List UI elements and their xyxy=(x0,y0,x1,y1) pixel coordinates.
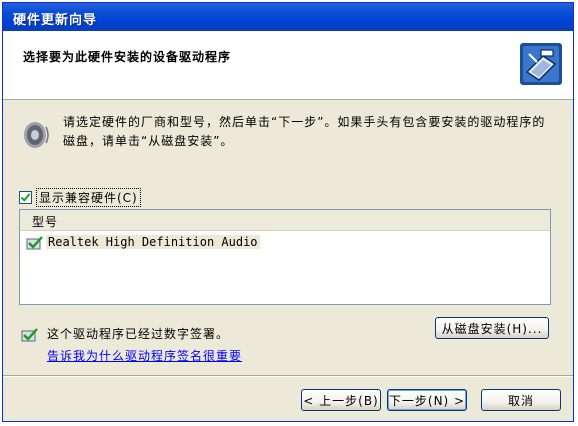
column-header-model: 型号 xyxy=(32,215,59,229)
checkbox-label[interactable]: 显示兼容硬件(C) xyxy=(36,187,141,207)
hardware-update-wizard-window: 硬件更新向导 选择要为此硬件安装的设备驱动程序 请选定硬件的厂商和型号，然后单击… xyxy=(2,2,574,422)
signature-info-link[interactable]: 告诉我为什么驱动程序签名很重要 xyxy=(47,347,242,364)
signed-driver-icon xyxy=(21,328,38,342)
model-listbox[interactable]: 型号 Realtek High Definition Audio xyxy=(19,209,551,305)
wizard-header: 选择要为此硬件安装的设备驱动程序 xyxy=(3,31,573,100)
list-item-label: Realtek High Definition Audio xyxy=(46,235,260,249)
window-title: 硬件更新向导 xyxy=(13,13,98,28)
show-compatible-hardware-checkbox[interactable]: 显示兼容硬件(C) xyxy=(19,187,141,207)
instruction-text: 请选定硬件的厂商和型号，然后单击“下一步”。如果手头有包含要安装的驱动程序的磁盘… xyxy=(63,115,546,148)
checkbox-box[interactable] xyxy=(19,190,32,204)
next-button[interactable]: 下一步(N) > xyxy=(387,389,467,411)
list-item[interactable]: Realtek High Definition Audio xyxy=(20,234,550,252)
footer-divider xyxy=(3,375,573,377)
speaker-icon xyxy=(24,122,49,148)
list-column-header[interactable]: 型号 xyxy=(20,210,550,231)
driver-check-icon xyxy=(26,236,43,250)
page-heading: 选择要为此硬件安装的设备驱动程序 xyxy=(23,50,232,64)
cancel-button[interactable]: 取消 xyxy=(481,389,561,411)
hardware-wizard-icon xyxy=(520,43,562,85)
signature-status-text: 这个驱动程序已经过数字签署。 xyxy=(47,327,230,341)
have-disk-button[interactable]: 从磁盘安装(H)... xyxy=(435,317,549,339)
back-button[interactable]: < 上一步(B) xyxy=(301,389,381,411)
title-bar[interactable]: 硬件更新向导 xyxy=(3,3,573,31)
